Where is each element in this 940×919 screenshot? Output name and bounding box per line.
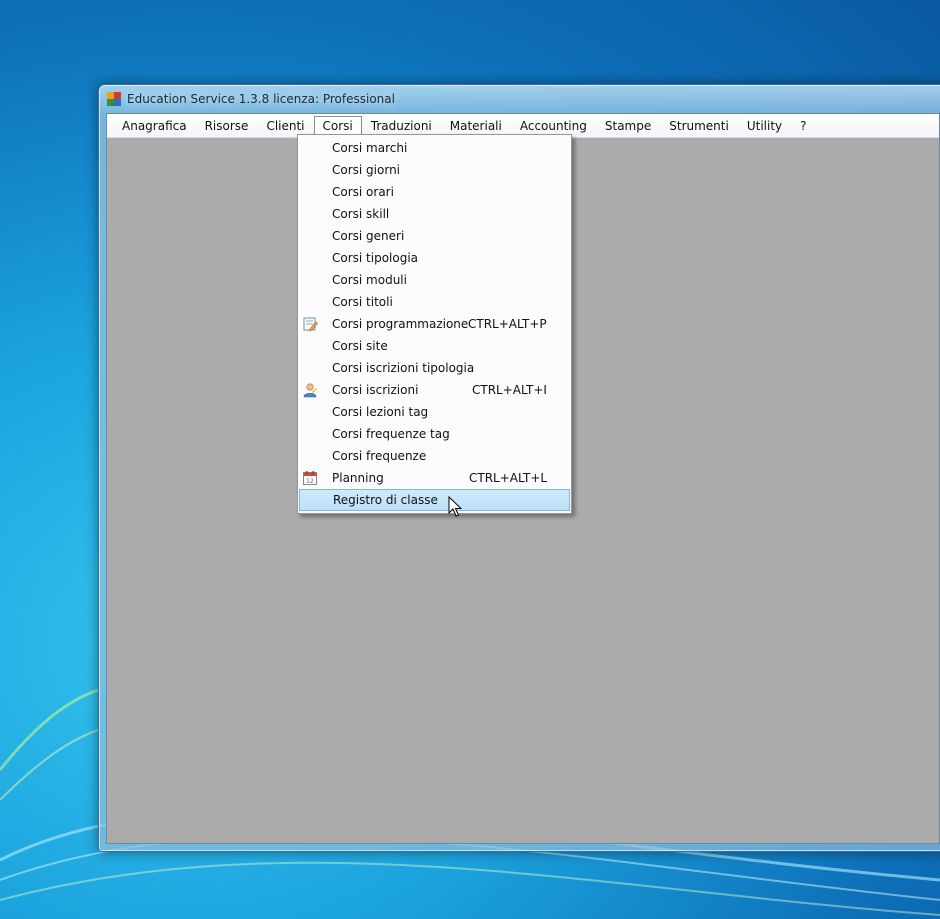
menu-item-label: Corsi generi <box>332 229 405 243</box>
svg-text:12: 12 <box>306 478 314 485</box>
menu-risorse[interactable]: Risorse <box>196 116 258 136</box>
menu-item-corsi-orari[interactable]: Corsi orari <box>298 181 571 203</box>
title-bar[interactable]: Education Service 1.3.8 licenza: Profess… <box>99 85 940 113</box>
menu-item-corsi-frequenze[interactable]: Corsi frequenze <box>298 445 571 467</box>
menu-item-label: Registro di classe <box>333 493 438 507</box>
menu-item-shortcut: CTRL+ALT+I <box>472 383 547 397</box>
menu-strumenti[interactable]: Strumenti <box>660 116 738 136</box>
menu-item-label: Corsi frequenze tag <box>332 427 450 441</box>
menu-item-label: Corsi programmazione <box>332 317 469 331</box>
mouse-cursor-icon <box>448 496 462 517</box>
menu-item-label: Corsi iscrizioni <box>332 383 419 397</box>
menu-item-corsi-programmazione[interactable]: Corsi programmazione CTRL+ALT+P <box>298 313 571 335</box>
menu-materiali[interactable]: Materiali <box>441 116 511 136</box>
menu-item-corsi-generi[interactable]: Corsi generi <box>298 225 571 247</box>
menu-item-label: Corsi site <box>332 339 388 353</box>
menu-item-label: Corsi frequenze <box>332 449 427 463</box>
menu-item-registro-di-classe[interactable]: Registro di classe <box>299 489 570 511</box>
menu-item-label: Corsi skill <box>332 207 390 221</box>
menu-utility[interactable]: Utility <box>738 116 791 136</box>
menu-item-label: Corsi giorni <box>332 163 401 177</box>
app-icon <box>107 92 121 106</box>
menu-item-label: Corsi moduli <box>332 273 407 287</box>
menu-item-corsi-skill[interactable]: Corsi skill <box>298 203 571 225</box>
menu-item-corsi-tipologia[interactable]: Corsi tipologia <box>298 247 571 269</box>
menu-item-shortcut: CTRL+ALT+L <box>469 471 548 485</box>
menu-traduzioni[interactable]: Traduzioni <box>362 116 441 136</box>
menu-accounting[interactable]: Accounting <box>511 116 596 136</box>
corsi-dropdown-menu: Corsi marchi Corsi giorni Corsi orari Co… <box>297 134 572 514</box>
menu-corsi[interactable]: Corsi <box>313 115 362 136</box>
menu-item-label: Corsi lezioni tag <box>332 405 429 419</box>
edit-document-icon <box>303 317 318 332</box>
menu-stampe[interactable]: Stampe <box>596 116 660 136</box>
menu-item-corsi-moduli[interactable]: Corsi moduli <box>298 269 571 291</box>
menu-item-corsi-iscrizioni[interactable]: Corsi iscrizioni CTRL+ALT+I <box>298 379 571 401</box>
menu-item-corsi-lezioni-tag[interactable]: Corsi lezioni tag <box>298 401 571 423</box>
menu-item-label: Corsi titoli <box>332 295 393 309</box>
menu-item-corsi-giorni[interactable]: Corsi giorni <box>298 159 571 181</box>
menu-item-corsi-site[interactable]: Corsi site <box>298 335 571 357</box>
menu-help[interactable]: ? <box>791 116 815 136</box>
menu-item-corsi-titoli[interactable]: Corsi titoli <box>298 291 571 313</box>
menu-item-label: Corsi iscrizioni tipologia <box>332 361 475 375</box>
menu-item-planning[interactable]: 12 Planning CTRL+ALT+L <box>298 467 571 489</box>
menu-item-corsi-frequenze-tag[interactable]: Corsi frequenze tag <box>298 423 571 445</box>
menu-anagrafica[interactable]: Anagrafica <box>113 116 196 136</box>
menu-item-label: Corsi tipologia <box>332 251 419 265</box>
user-icon <box>303 383 317 398</box>
menu-item-corsi-iscrizioni-tipologia[interactable]: Corsi iscrizioni tipologia <box>298 357 571 379</box>
menu-item-label: Corsi marchi <box>332 141 408 155</box>
menu-item-label: Planning <box>332 471 384 485</box>
menu-item-label: Corsi orari <box>332 185 394 199</box>
calendar-icon: 12 <box>303 471 317 485</box>
menu-item-shortcut: CTRL+ALT+P <box>468 317 547 331</box>
menu-item-corsi-marchi[interactable]: Corsi marchi <box>298 137 571 159</box>
window-title: Education Service 1.3.8 licenza: Profess… <box>127 92 395 106</box>
menu-clienti[interactable]: Clienti <box>257 116 313 136</box>
